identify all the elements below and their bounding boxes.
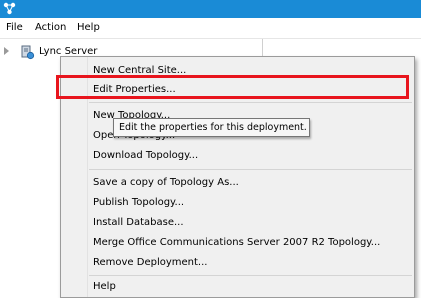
menu-action[interactable]: Action	[35, 22, 66, 33]
menu-item-install-database[interactable]: Install Database...	[93, 215, 184, 231]
highlight-box	[56, 75, 409, 99]
menu-item-remove-deployment[interactable]: Remove Deployment...	[93, 255, 207, 271]
menu-item-download-topology[interactable]: Download Topology...	[93, 148, 198, 164]
tree-expand-arrow-icon[interactable]	[4, 47, 9, 55]
menu-file[interactable]: File	[6, 22, 23, 33]
menu-bar: File Action Help	[0, 18, 421, 39]
tooltip: Edit the properties for this deployment.	[113, 118, 310, 137]
menu-separator	[89, 169, 412, 170]
menu-item-save-copy[interactable]: Save a copy of Topology As...	[93, 175, 239, 191]
lync-server-icon	[21, 45, 35, 60]
window-titlebar	[0, 0, 421, 18]
topology-builder-icon	[3, 2, 16, 15]
menu-separator	[89, 102, 412, 103]
menu-separator	[89, 275, 412, 276]
menu-item-help[interactable]: Help	[93, 279, 116, 295]
menu-item-publish-topology[interactable]: Publish Topology...	[93, 195, 184, 211]
menu-item-merge-topology[interactable]: Merge Office Communications Server 2007 …	[93, 235, 380, 251]
menu-help[interactable]: Help	[77, 22, 100, 33]
